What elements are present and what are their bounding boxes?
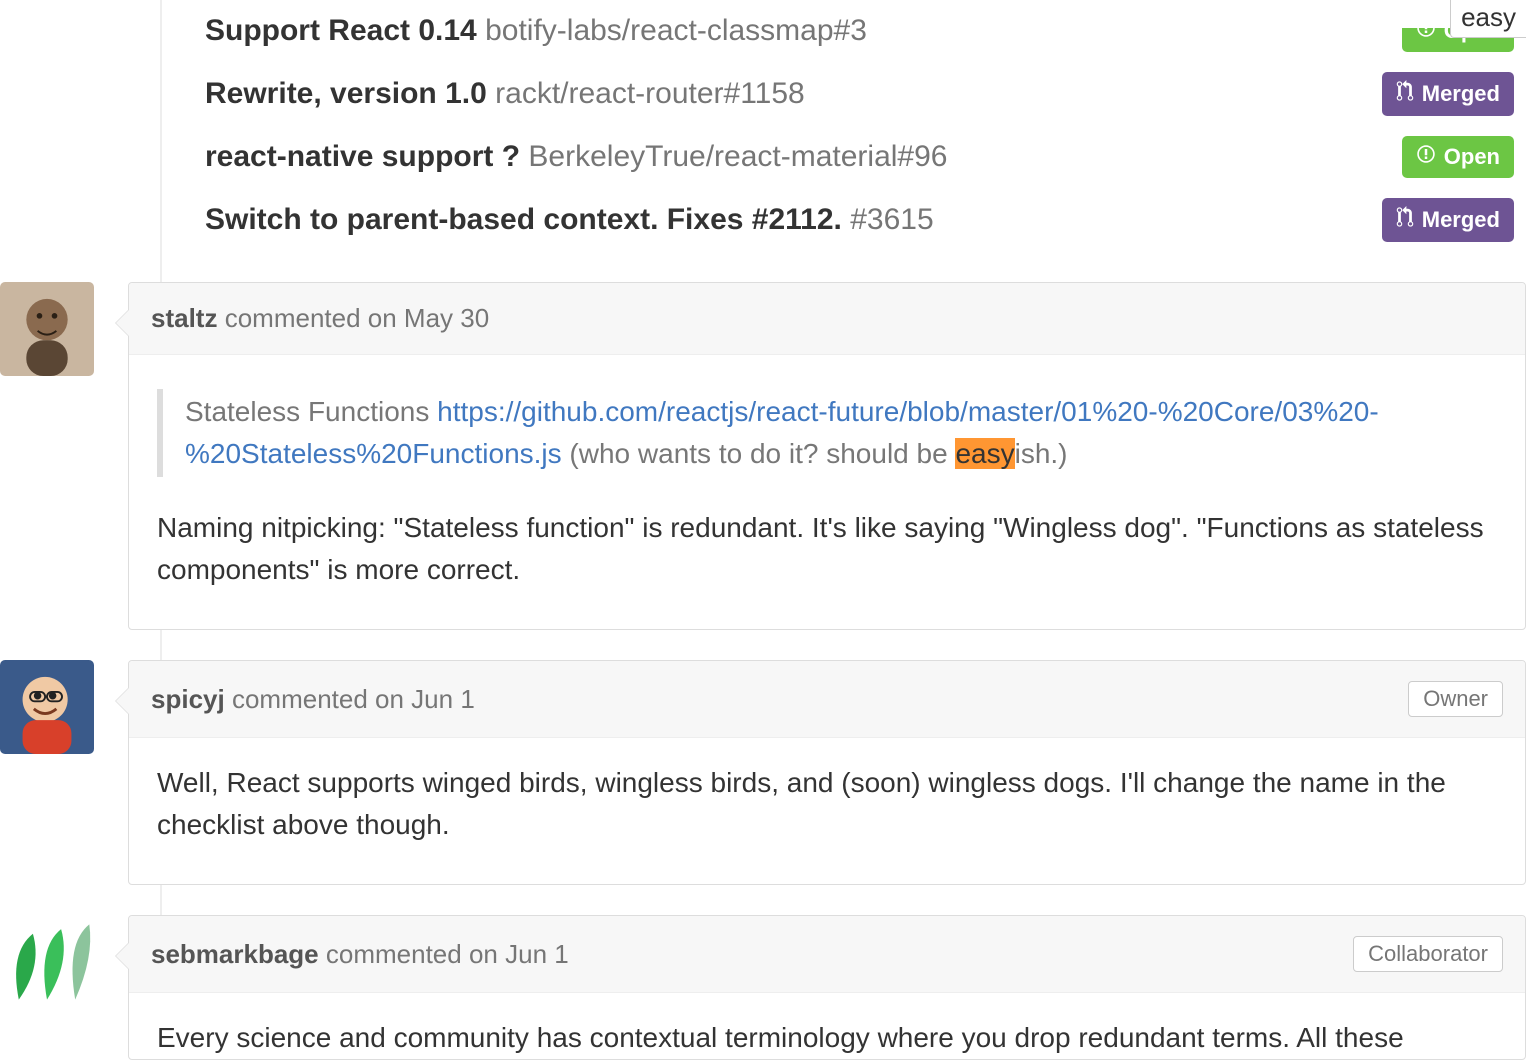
comment-text: Well, React supports winged birds, wingl… xyxy=(157,762,1497,846)
git-pull-request-icon xyxy=(1396,80,1414,108)
quote-tail-after: ish.) xyxy=(1015,438,1068,469)
comment-text: Every science and community has contextu… xyxy=(157,1022,1404,1053)
issue-references: Support React 0.14 botify-labs/react-cla… xyxy=(205,0,1526,252)
issue-opened-icon xyxy=(1416,18,1436,44)
avatar[interactable] xyxy=(0,282,94,376)
comment-body: Stateless Functions https://github.com/r… xyxy=(129,355,1525,629)
state-badge-open: Open xyxy=(1402,136,1514,178)
comment-box: spicyj commented on Jun 1 Owner Well, Re… xyxy=(128,660,1526,885)
comment-body: Every science and community has contextu… xyxy=(129,993,1525,1059)
comment-box: sebmarkbage commented on Jun 1 Collabora… xyxy=(128,915,1526,1060)
state-badge-merged: Merged xyxy=(1382,72,1514,116)
comment: sebmarkbage commented on Jun 1 Collabora… xyxy=(0,915,1526,1060)
quote-prefix: Stateless Functions xyxy=(185,396,437,427)
quote-tail-before: (who wants to do it? should be xyxy=(562,438,956,469)
reference-title[interactable]: Rewrite, version 1.0 rackt/react-router#… xyxy=(205,73,805,115)
comment-header: staltz commented on May 30 xyxy=(129,283,1525,355)
git-pull-request-icon xyxy=(1396,206,1414,234)
reference-title[interactable]: Switch to parent-based context. Fixes #2… xyxy=(205,199,934,241)
comment-timestamp-prefix: commented xyxy=(326,939,469,969)
comment-timestamp-prefix: commented xyxy=(225,303,368,333)
state-badge-label: Merged xyxy=(1422,81,1500,107)
state-badge-label: Merged xyxy=(1422,207,1500,233)
reference-row: Switch to parent-based context. Fixes #2… xyxy=(205,188,1526,252)
comment-author[interactable]: spicyj xyxy=(151,684,225,714)
avatar[interactable] xyxy=(0,660,94,754)
state-badge-label: Open xyxy=(1444,144,1500,170)
reference-title[interactable]: Support React 0.14 botify-labs/react-cla… xyxy=(205,10,867,52)
comment-arrow xyxy=(115,309,129,337)
comment-timestamp[interactable]: on Jun 1 xyxy=(469,939,569,969)
quote-block: Stateless Functions https://github.com/r… xyxy=(157,389,1497,477)
role-badge-collaborator: Collaborator xyxy=(1353,936,1503,972)
issue-opened-icon xyxy=(1416,144,1436,170)
reference-row: react-native support ? BerkeleyTrue/reac… xyxy=(205,126,1526,188)
reference-row: Support React 0.14 botify-labs/react-cla… xyxy=(205,0,1526,62)
role-badge-owner: Owner xyxy=(1408,681,1503,717)
comment: staltz commented on May 30 Stateless Fun… xyxy=(0,282,1526,630)
comment-timestamp-prefix: commented xyxy=(232,684,375,714)
comment-timestamp[interactable]: on May 30 xyxy=(368,303,489,333)
find-in-page-bar[interactable]: easy xyxy=(1450,0,1526,38)
comment-header: sebmarkbage commented on Jun 1 Collabora… xyxy=(129,916,1525,993)
reference-title[interactable]: react-native support ? BerkeleyTrue/reac… xyxy=(205,136,947,178)
comment-timestamp[interactable]: on Jun 1 xyxy=(375,684,475,714)
comment-arrow xyxy=(115,687,129,715)
comment-text: Naming nitpicking: "Stateless function" … xyxy=(157,507,1497,591)
find-highlight: easy xyxy=(955,438,1014,469)
comment-header: spicyj commented on Jun 1 Owner xyxy=(129,661,1525,738)
comment-body: Well, React supports winged birds, wingl… xyxy=(129,738,1525,884)
comment-box: staltz commented on May 30 Stateless Fun… xyxy=(128,282,1526,630)
comment-arrow xyxy=(115,942,129,970)
comment-author[interactable]: staltz xyxy=(151,303,217,333)
comment-author[interactable]: sebmarkbage xyxy=(151,939,319,969)
state-badge-merged: Merged xyxy=(1382,198,1514,242)
avatar[interactable] xyxy=(0,915,94,1009)
comment: spicyj commented on Jun 1 Owner Well, Re… xyxy=(0,660,1526,885)
reference-row: Rewrite, version 1.0 rackt/react-router#… xyxy=(205,62,1526,126)
